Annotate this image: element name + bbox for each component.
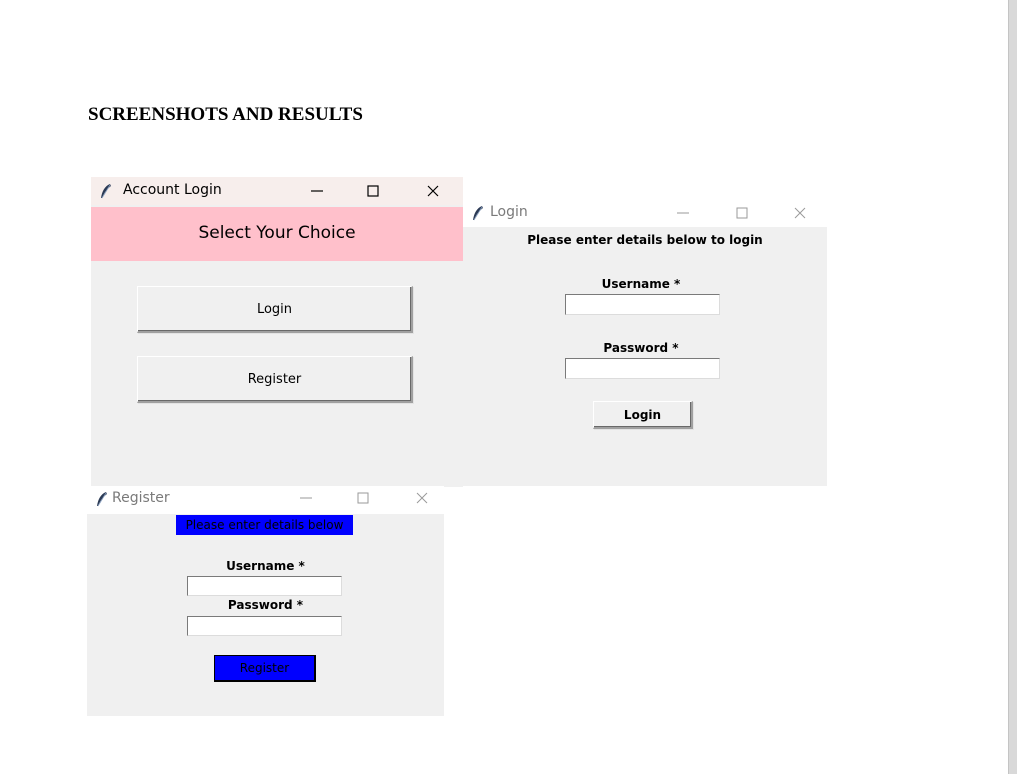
feather-icon [101, 184, 111, 199]
login-window: Login Please enter details below to logi… [463, 199, 827, 486]
close-button[interactable] [402, 486, 442, 510]
account-login-titlebar[interactable]: Account Login [91, 177, 463, 205]
maximize-icon [357, 492, 369, 504]
maximize-icon [736, 207, 748, 219]
document-heading: SCREENSHOTS AND RESULTS [88, 104, 363, 125]
login-prompt: Please enter details below to login [527, 233, 763, 247]
maximize-button[interactable] [343, 486, 383, 510]
window-title: Login [490, 204, 528, 220]
close-icon [416, 492, 428, 504]
register-choice-button[interactable]: Register [137, 356, 413, 403]
password-input[interactable] [565, 358, 720, 379]
account-login-window: Account Login Select Your Choice Login R… [91, 177, 463, 487]
username-input[interactable] [187, 576, 342, 596]
minimize-icon [311, 190, 323, 192]
choice-banner: Select Your Choice [91, 207, 463, 261]
page-scrollbar[interactable] [1008, 0, 1017, 774]
feather-icon [473, 206, 483, 221]
register-submit-button[interactable]: Register [214, 655, 316, 682]
window-title: Account Login [123, 182, 222, 198]
login-choice-button[interactable]: Login [137, 286, 413, 333]
register-titlebar[interactable]: Register [87, 486, 444, 514]
close-icon [427, 185, 439, 197]
login-titlebar[interactable]: Login [463, 199, 827, 227]
close-icon [794, 207, 806, 219]
minimize-icon [300, 497, 312, 499]
minimize-button[interactable] [663, 201, 703, 225]
password-input[interactable] [187, 616, 342, 636]
login-submit-button[interactable]: Login [593, 401, 693, 429]
close-button[interactable] [413, 179, 453, 203]
username-input[interactable] [565, 294, 720, 315]
password-label: Password * [227, 598, 304, 612]
minimize-icon [677, 212, 689, 214]
minimize-button[interactable] [297, 179, 337, 203]
window-title: Register [112, 490, 170, 506]
feather-icon [97, 492, 107, 507]
close-button[interactable] [780, 201, 820, 225]
register-prompt: Please enter details below [176, 515, 353, 535]
maximize-button[interactable] [722, 201, 762, 225]
choice-banner-text: Select Your Choice [198, 223, 356, 243]
maximize-icon [367, 185, 379, 197]
password-label: Password * [603, 341, 679, 355]
username-label: Username * [601, 277, 681, 291]
minimize-button[interactable] [286, 486, 326, 510]
username-label: Username * [226, 559, 305, 573]
register-window: Register Please enter details below User… [87, 486, 444, 716]
maximize-button[interactable] [353, 179, 393, 203]
